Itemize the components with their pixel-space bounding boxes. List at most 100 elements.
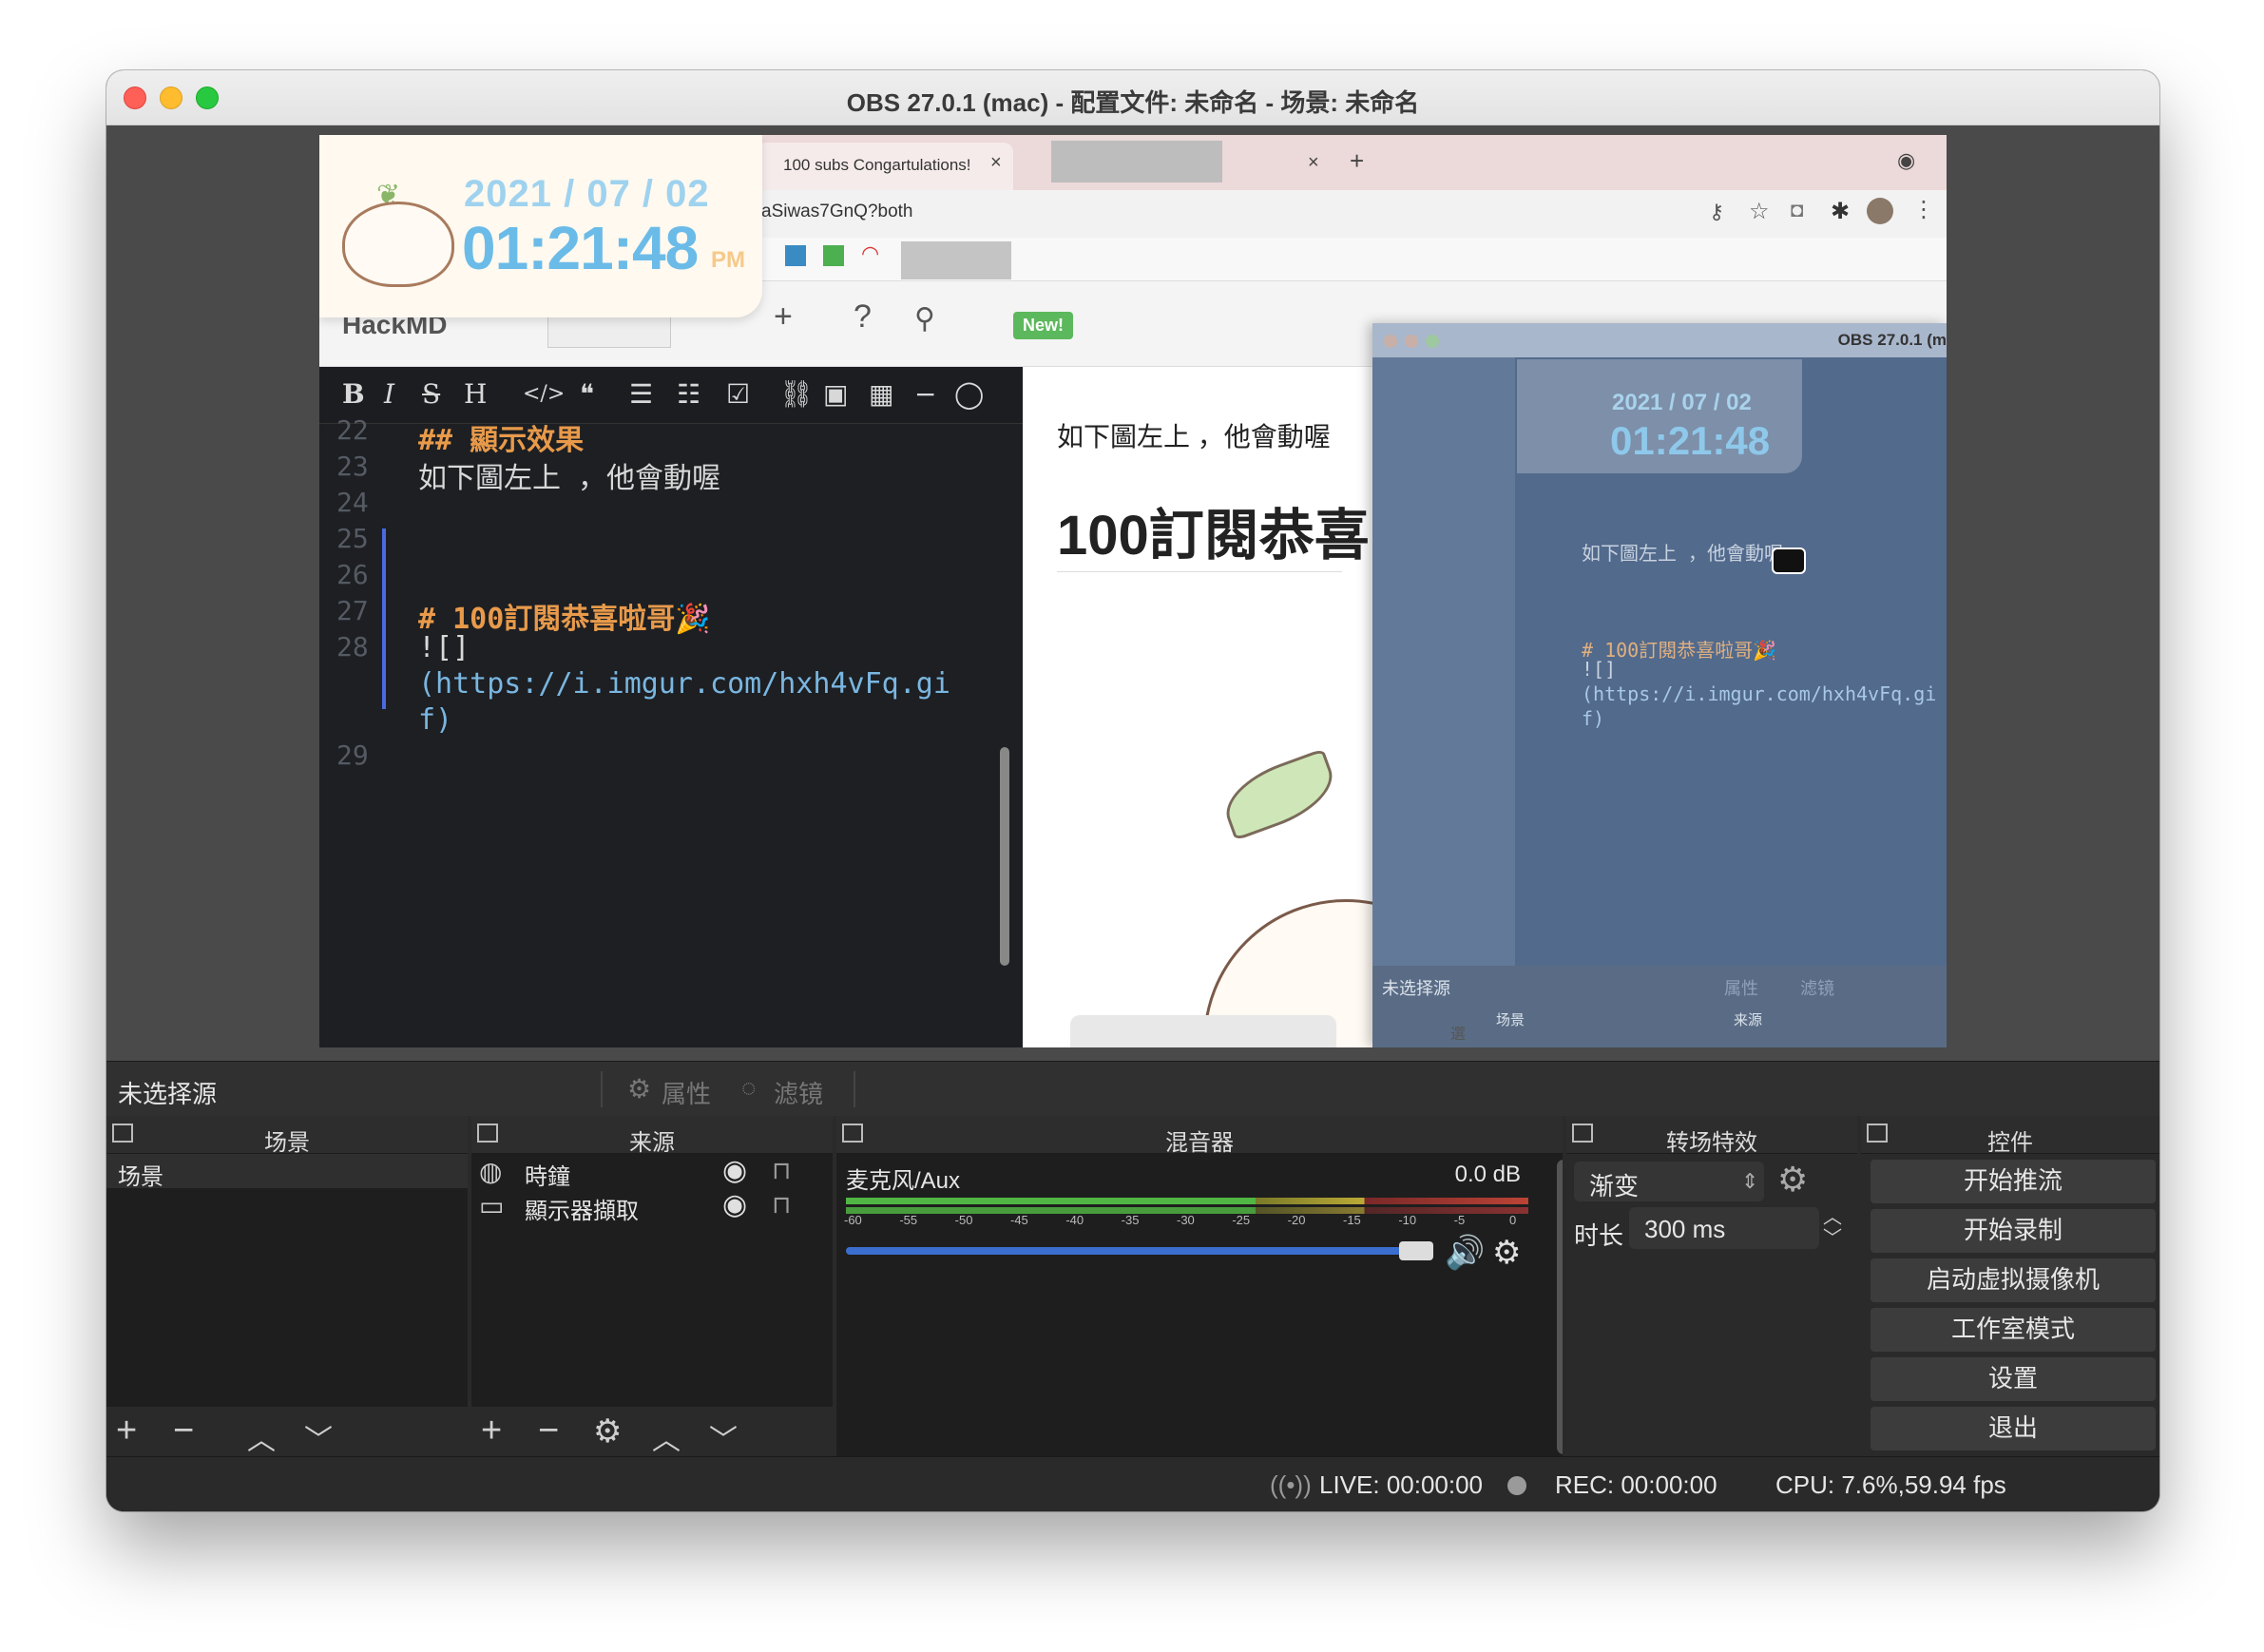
add-icon[interactable]: + [116, 1411, 137, 1451]
camera-icon[interactable]: ◘ [1791, 198, 1803, 222]
speaker-icon[interactable]: 🔊 [1445, 1234, 1485, 1272]
scenes-list[interactable]: 场景 [106, 1154, 468, 1407]
lock-icon[interactable]: ⊓ [772, 1190, 791, 1220]
tab-menu-icon[interactable]: ◉ [1897, 148, 1915, 173]
gear-icon[interactable]: ⚙ [593, 1412, 622, 1450]
mixer-title: 混音器 [1165, 1130, 1234, 1156]
rec-timer: REC: 00:00:00 [1555, 1470, 1717, 1499]
mixer-db-readout: 0.0 dB [1454, 1162, 1521, 1187]
browser-tab[interactable]: 100 subs Congartulations! [757, 143, 1013, 190]
nested-clock-time: 01:21:48 [1610, 418, 1771, 463]
scenes-dock-header: 场景 [106, 1116, 468, 1156]
sources-list[interactable]: ◍ 時鐘 ◉ ⊓ ▭ 顯示器擷取 ◉ ⊓ [471, 1154, 833, 1407]
transitions-dock-header: 转场特效 [1566, 1116, 1857, 1156]
meter-tick-label: -5 [1453, 1213, 1466, 1227]
browser-tab-title: 100 subs Congartulations! [783, 156, 971, 174]
extensions-icon[interactable]: ✱ [1831, 198, 1850, 225]
hr-icon[interactable]: − [914, 378, 936, 410]
url-text: aSiwas7GnQ?both [761, 202, 913, 221]
help-icon[interactable]: ? [854, 298, 872, 336]
studio-mode-button[interactable]: 工作室模式 [1871, 1308, 2156, 1352]
add-icon[interactable]: + [481, 1411, 502, 1451]
eye-icon[interactable]: ◉ [722, 1188, 747, 1221]
start-virtual-camera-button[interactable]: 启动虚拟摄像机 [1871, 1258, 2156, 1302]
audio-meter [846, 1198, 1528, 1204]
quote-icon[interactable]: ❝ [580, 378, 594, 410]
ordered-list-icon[interactable]: ☷ [677, 378, 700, 410]
link-icon[interactable]: ⛓ [779, 378, 814, 410]
move-down-icon[interactable]: ﹀ [304, 1416, 333, 1458]
move-down-icon[interactable]: ﹀ [709, 1416, 738, 1458]
gauge-icon[interactable]: ◠ [861, 241, 879, 266]
strike-icon[interactable]: S [422, 378, 440, 410]
duration-field[interactable]: 300 ms [1629, 1207, 1819, 1249]
gear-icon[interactable]: ⚙ [1492, 1234, 1521, 1272]
controls-dock-header: 控件 [1861, 1116, 2159, 1156]
gear-icon[interactable]: ⚙ [1777, 1160, 1808, 1200]
duration-stepper-icon[interactable]: ︿ ﹀ [1823, 1207, 1842, 1249]
preview-canvas[interactable]: 100 subs Congartulations! × × + ◉ aSiwas… [319, 135, 1947, 1047]
bold-icon[interactable]: B [342, 378, 365, 410]
markdown-editor[interactable]: B I S H </> ❝ ☰ ☷ ☑ ⛓ ▣ ▦ − ◯ 22 23 24 2… [319, 367, 1023, 1047]
transition-select[interactable]: 渐变 ⇕ [1574, 1162, 1764, 1201]
search-icon[interactable]: ⚲ [914, 302, 935, 336]
code-line: f) [418, 703, 453, 737]
heading-icon[interactable]: H [464, 378, 487, 410]
start-streaming-button[interactable]: 开始推流 [1871, 1160, 2156, 1203]
table-icon[interactable]: ▦ [869, 378, 893, 410]
list-icon[interactable]: ☰ [629, 378, 653, 410]
eye-icon[interactable]: ◉ [722, 1154, 747, 1187]
nested-code-line: (https://i.imgur.com/hxh4vFq.gi [1582, 682, 1937, 705]
volume-slider-knob[interactable] [1399, 1241, 1433, 1260]
nested-sources: 来源 [1734, 1012, 1763, 1028]
close-tab-icon[interactable]: × [1308, 152, 1319, 174]
transitions-title: 转场特效 [1666, 1130, 1757, 1156]
controls-panel: 开始推流 开始录制 启动虚拟摄像机 工作室模式 设置 退出 [1861, 1154, 2159, 1456]
remove-icon[interactable]: − [173, 1411, 194, 1451]
key-icon[interactable]: ⚷ [1709, 200, 1724, 224]
obs-window: OBS 27.0.1 (mac) - 配置文件: 未命名 - 场景: 未命名 1… [106, 70, 2159, 1511]
meter-tick-label: 0 [1509, 1213, 1517, 1227]
checkbox-icon[interactable]: ☑ [726, 378, 750, 410]
add-icon[interactable]: + [774, 298, 793, 336]
move-up-icon[interactable]: ︿ [247, 1416, 276, 1458]
nested-code-line: f) [1582, 707, 1605, 730]
no-source-label: 未选择源 [118, 1080, 218, 1108]
exit-button[interactable]: 退出 [1871, 1407, 2156, 1450]
filters-button[interactable]: 滤镜 [774, 1075, 823, 1110]
move-up-icon[interactable]: ︿ [652, 1416, 681, 1458]
lock-icon[interactable]: ⊓ [772, 1156, 791, 1185]
avatar[interactable] [1867, 198, 1893, 224]
divider [601, 1071, 603, 1107]
more-menu-icon[interactable]: ⋮ [1912, 196, 1935, 223]
bookmark-icon[interactable] [785, 245, 806, 266]
properties-button[interactable]: 属性 [662, 1075, 711, 1110]
new-badge[interactable]: New! [1013, 312, 1074, 339]
italic-icon[interactable]: I [384, 378, 394, 410]
list-item[interactable]: 场景 [106, 1154, 468, 1190]
preview-area[interactable]: 100 subs Congartulations! × × + ◉ aSiwas… [106, 125, 2159, 1131]
start-recording-button[interactable]: 开始录制 [1871, 1209, 2156, 1253]
comment-icon[interactable]: ◯ [954, 378, 984, 410]
bookmark-icon[interactable] [823, 245, 844, 266]
image-icon[interactable]: ▣ [823, 378, 848, 410]
code-icon[interactable]: </> [523, 382, 565, 406]
line-number: 22 [336, 414, 369, 446]
close-tab-icon[interactable]: × [990, 152, 1002, 174]
list-item[interactable]: ◍ 時鐘 ◉ ⊓ [471, 1154, 833, 1190]
source-toolbar: 未选择源 ⚙ 属性 ◌ 滤镜 [106, 1061, 2159, 1116]
new-tab-icon[interactable]: + [1350, 146, 1364, 176]
line-number: 26 [336, 559, 369, 590]
list-item[interactable]: ▭ 顯示器擷取 ◉ ⊓ [471, 1188, 833, 1224]
line-number: 29 [336, 740, 369, 771]
code-line: (https://i.imgur.com/hxh4vFq.gi [418, 667, 950, 701]
nested-code-line: ![] [1582, 658, 1617, 681]
editor-scrollbar[interactable] [1000, 747, 1009, 966]
monitor-icon: ▭ [479, 1191, 505, 1220]
volume-slider[interactable] [846, 1247, 1426, 1255]
settings-button[interactable]: 设置 [1871, 1357, 2156, 1401]
star-icon[interactable]: ☆ [1749, 198, 1770, 225]
status-bar: ((•)) LIVE: 00:00:00 REC: 00:00:00 CPU: … [106, 1456, 2159, 1511]
redacted-bookmarks [901, 241, 1011, 279]
remove-icon[interactable]: − [538, 1411, 559, 1451]
